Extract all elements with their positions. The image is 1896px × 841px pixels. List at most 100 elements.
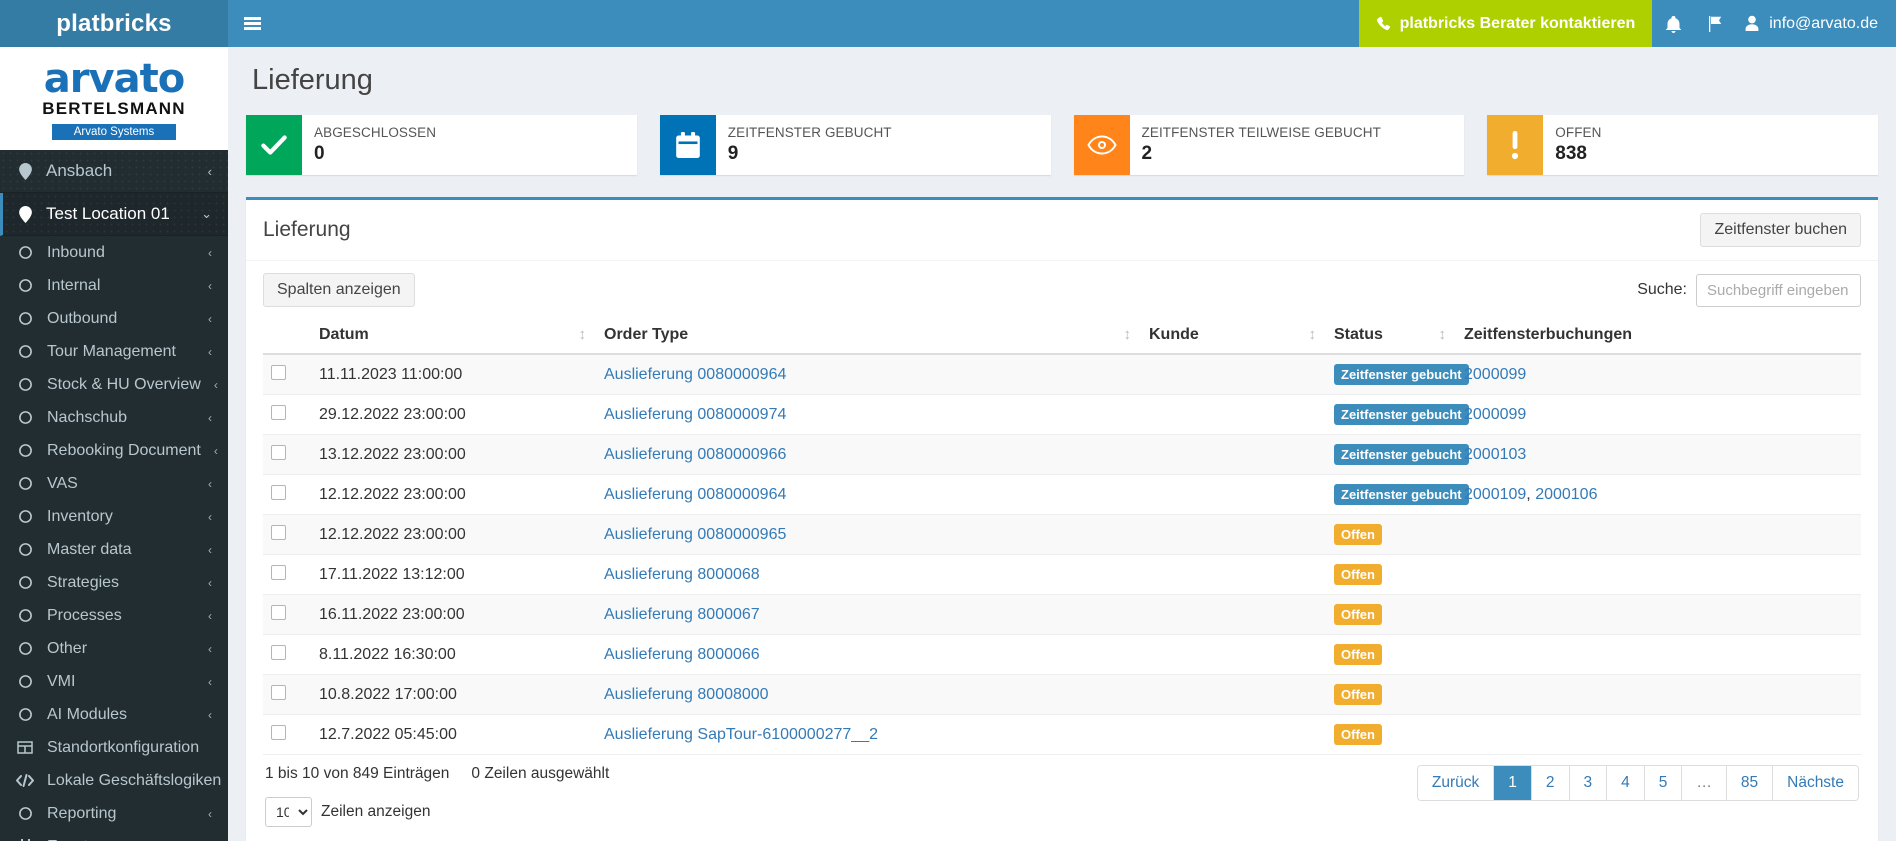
sidebar-item-lokale-gesch-ftslogiken[interactable]: Lokale Geschäftslogiken — [0, 764, 228, 797]
sidebar-item-reporting[interactable]: Reporting ‹ — [0, 797, 228, 830]
row-checkbox[interactable] — [271, 684, 286, 700]
cell-status: Offen — [1326, 634, 1456, 675]
order-link[interactable]: Auslieferung 8000068 — [604, 566, 760, 583]
order-link[interactable]: Auslieferung 0080000964 — [604, 366, 786, 383]
row-checkbox[interactable] — [271, 564, 286, 580]
lieferung-panel: Lieferung Zeitfenster buchen Spalten anz… — [246, 197, 1878, 841]
sidebar-item-other[interactable]: Other ‹ — [0, 632, 228, 665]
order-link[interactable]: Auslieferung SapTour-6100000277__2 — [604, 726, 878, 743]
booking-link[interactable]: 2000099 — [1464, 406, 1526, 423]
order-link[interactable]: Auslieferung 0080000974 — [604, 406, 786, 423]
table-row[interactable]: 8.11.2022 16:30:00 Auslieferung 8000066 Of… — [263, 634, 1861, 675]
location-item-test-location-01[interactable]: Test Location 01 ⌄ — [0, 193, 228, 237]
chevron-icon: ‹ — [213, 377, 218, 392]
sidebar-item-nachschub[interactable]: Nachschub ‹ — [0, 401, 228, 434]
order-link[interactable]: Auslieferung 8000066 — [604, 646, 760, 663]
pagination-4[interactable]: 4 — [1606, 766, 1644, 800]
sidebar-item-inbound[interactable]: Inbound ‹ — [0, 236, 228, 269]
search-input[interactable] — [1696, 273, 1861, 307]
pagination-2[interactable]: 2 — [1530, 766, 1569, 800]
sidebar-item-stock-hu-overview[interactable]: Stock & HU Overview ‹ — [0, 368, 228, 401]
show-columns-button[interactable]: Spalten anzeigen — [263, 273, 415, 307]
brand-logo[interactable]: platbricks — [0, 0, 228, 47]
table-row[interactable]: 10.8.2022 17:00:00 Auslieferung 80008000 O… — [263, 674, 1861, 715]
row-checkbox[interactable] — [271, 604, 286, 620]
location-item-ansbach[interactable]: Ansbach ‹ — [0, 150, 228, 194]
sidebar-item-label: Internal — [47, 276, 101, 294]
booking-link[interactable]: 2000109 — [1464, 486, 1526, 503]
table-row[interactable]: 13.12.2022 23:00:00 Auslieferung 00800009… — [263, 434, 1861, 475]
location-list: Ansbach ‹ Test Location 01 ⌄ — [0, 150, 228, 237]
sidebar-item-inventory[interactable]: Inventory ‹ — [0, 500, 228, 533]
booking-link[interactable]: 2000106 — [1535, 486, 1597, 503]
order-link[interactable]: Auslieferung 0080000964 — [604, 486, 786, 503]
sidebar-item-events[interactable]: Events — [0, 830, 228, 841]
row-checkbox[interactable] — [271, 644, 286, 660]
booking-link[interactable]: 2000099 — [1464, 366, 1526, 383]
sidebar-item-label: Other — [47, 639, 88, 657]
cell-zeitfensterbuchungen — [1456, 634, 1861, 675]
topbar: platbricks Berater kontaktieren info@arv… — [228, 0, 1896, 47]
stat-card-abgeschlossen[interactable]: ABGESCHLOSSEN 0 — [246, 115, 637, 175]
sidebar-toggle-icon[interactable] — [228, 0, 276, 47]
pagination-5[interactable]: 5 — [1643, 766, 1682, 800]
book-timeslot-button[interactable]: Zeitfenster buchen — [1700, 213, 1861, 247]
row-checkbox[interactable] — [271, 444, 286, 460]
pagination-nchste[interactable]: Nächste — [1772, 766, 1858, 800]
pagination-85[interactable]: 85 — [1725, 766, 1773, 800]
circle-o-icon — [16, 278, 34, 293]
table-row[interactable]: 12.12.2022 23:00:00 Auslieferung 00800009… — [263, 474, 1861, 515]
pagination-3[interactable]: 3 — [1568, 766, 1607, 800]
order-link[interactable]: Auslieferung 80008000 — [604, 686, 769, 703]
sidebar-item-processes[interactable]: Processes ‹ — [0, 599, 228, 632]
order-link[interactable]: Auslieferung 8000067 — [604, 606, 760, 623]
pagination-1[interactable]: 1 — [1493, 766, 1531, 800]
stat-card-zeitfenster-gebucht[interactable]: ZEITFENSTER GEBUCHT 9 — [659, 115, 1051, 175]
column-header-datum[interactable]: Datum — [311, 317, 596, 355]
sidebar-item-rebooking-document[interactable]: Rebooking Document ‹ — [0, 434, 228, 467]
sidebar-item-ai-modules[interactable]: AI Modules ‹ — [0, 698, 228, 731]
row-checkbox[interactable] — [271, 484, 286, 500]
circle-o-icon — [16, 806, 34, 821]
booking-link[interactable]: 2000103 — [1464, 446, 1526, 463]
sidebar-item-strategies[interactable]: Strategies ‹ — [0, 566, 228, 599]
arvato-logo-wordmark: arvato — [43, 56, 185, 102]
column-header-zeitfensterbuchungen[interactable]: Zeitfensterbuchungen — [1456, 317, 1861, 355]
sidebar-item-label: Lokale Geschäftslogiken — [47, 771, 222, 789]
table-row[interactable]: 12.12.2022 23:00:00 Auslieferung 00800009… — [263, 514, 1861, 555]
cell-status: Offen — [1326, 714, 1456, 755]
row-checkbox[interactable] — [271, 724, 286, 740]
table-row[interactable]: 12.7.2022 05:45:00 Auslieferung SapTour-6… — [263, 714, 1861, 755]
row-checkbox[interactable] — [271, 364, 286, 380]
stat-card-offen[interactable]: OFFEN 838 — [1487, 115, 1878, 175]
page-length-select[interactable]: 10 — [265, 797, 312, 827]
table-row[interactable]: 17.11.2022 13:12:00 Auslieferung 8000068 O… — [263, 554, 1861, 595]
sidebar-item-master-data[interactable]: Master data ‹ — [0, 533, 228, 566]
sidebar-item-tour-management[interactable]: Tour Management ‹ — [0, 335, 228, 368]
sidebar-item-vmi[interactable]: VMI ‹ — [0, 665, 228, 698]
stat-card-zeitfenster-teilweise-gebucht[interactable]: ZEITFENSTER TEILWEISE GEBUCHT 2 — [1073, 115, 1465, 175]
circle-o-icon — [16, 707, 34, 722]
table-row[interactable]: 11.11.2023 11:00:00 Auslieferung 00800009… — [263, 354, 1861, 395]
column-header-status[interactable]: Status — [1326, 317, 1456, 355]
row-checkbox[interactable] — [271, 524, 286, 540]
user-menu[interactable]: info@arvato.de — [1736, 0, 1896, 47]
sidebar-item-outbound[interactable]: Outbound ‹ — [0, 302, 228, 335]
sidebar-item-standortkonfiguration[interactable]: Standortkonfiguration — [0, 731, 228, 764]
order-link[interactable]: Auslieferung 0080000965 — [604, 526, 786, 543]
sidebar-item-internal[interactable]: Internal ‹ — [0, 269, 228, 302]
notifications-icon[interactable] — [1652, 0, 1694, 47]
sidebar-item-vas[interactable]: VAS ‹ — [0, 467, 228, 500]
column-header-order-type[interactable]: Order Type — [596, 317, 1141, 355]
row-checkbox[interactable] — [271, 404, 286, 420]
status-badge: Zeitfenster gebucht — [1334, 364, 1469, 385]
column-header-kunde[interactable]: Kunde — [1141, 317, 1326, 355]
table-row[interactable]: 29.12.2022 23:00:00 Auslieferung 00800009… — [263, 394, 1861, 435]
cell-datum: 11.11.2023 11:00:00 — [311, 354, 596, 395]
contact-consultant-button[interactable]: platbricks Berater kontaktieren — [1358, 0, 1653, 47]
cell-order-type: Auslieferung 0080000974 — [596, 394, 1141, 435]
pagination-zurck[interactable]: Zurück — [1417, 766, 1494, 800]
order-link[interactable]: Auslieferung 0080000966 — [604, 446, 786, 463]
flags-icon[interactable] — [1694, 0, 1736, 47]
table-row[interactable]: 16.11.2022 23:00:00 Auslieferung 8000067 O… — [263, 594, 1861, 635]
